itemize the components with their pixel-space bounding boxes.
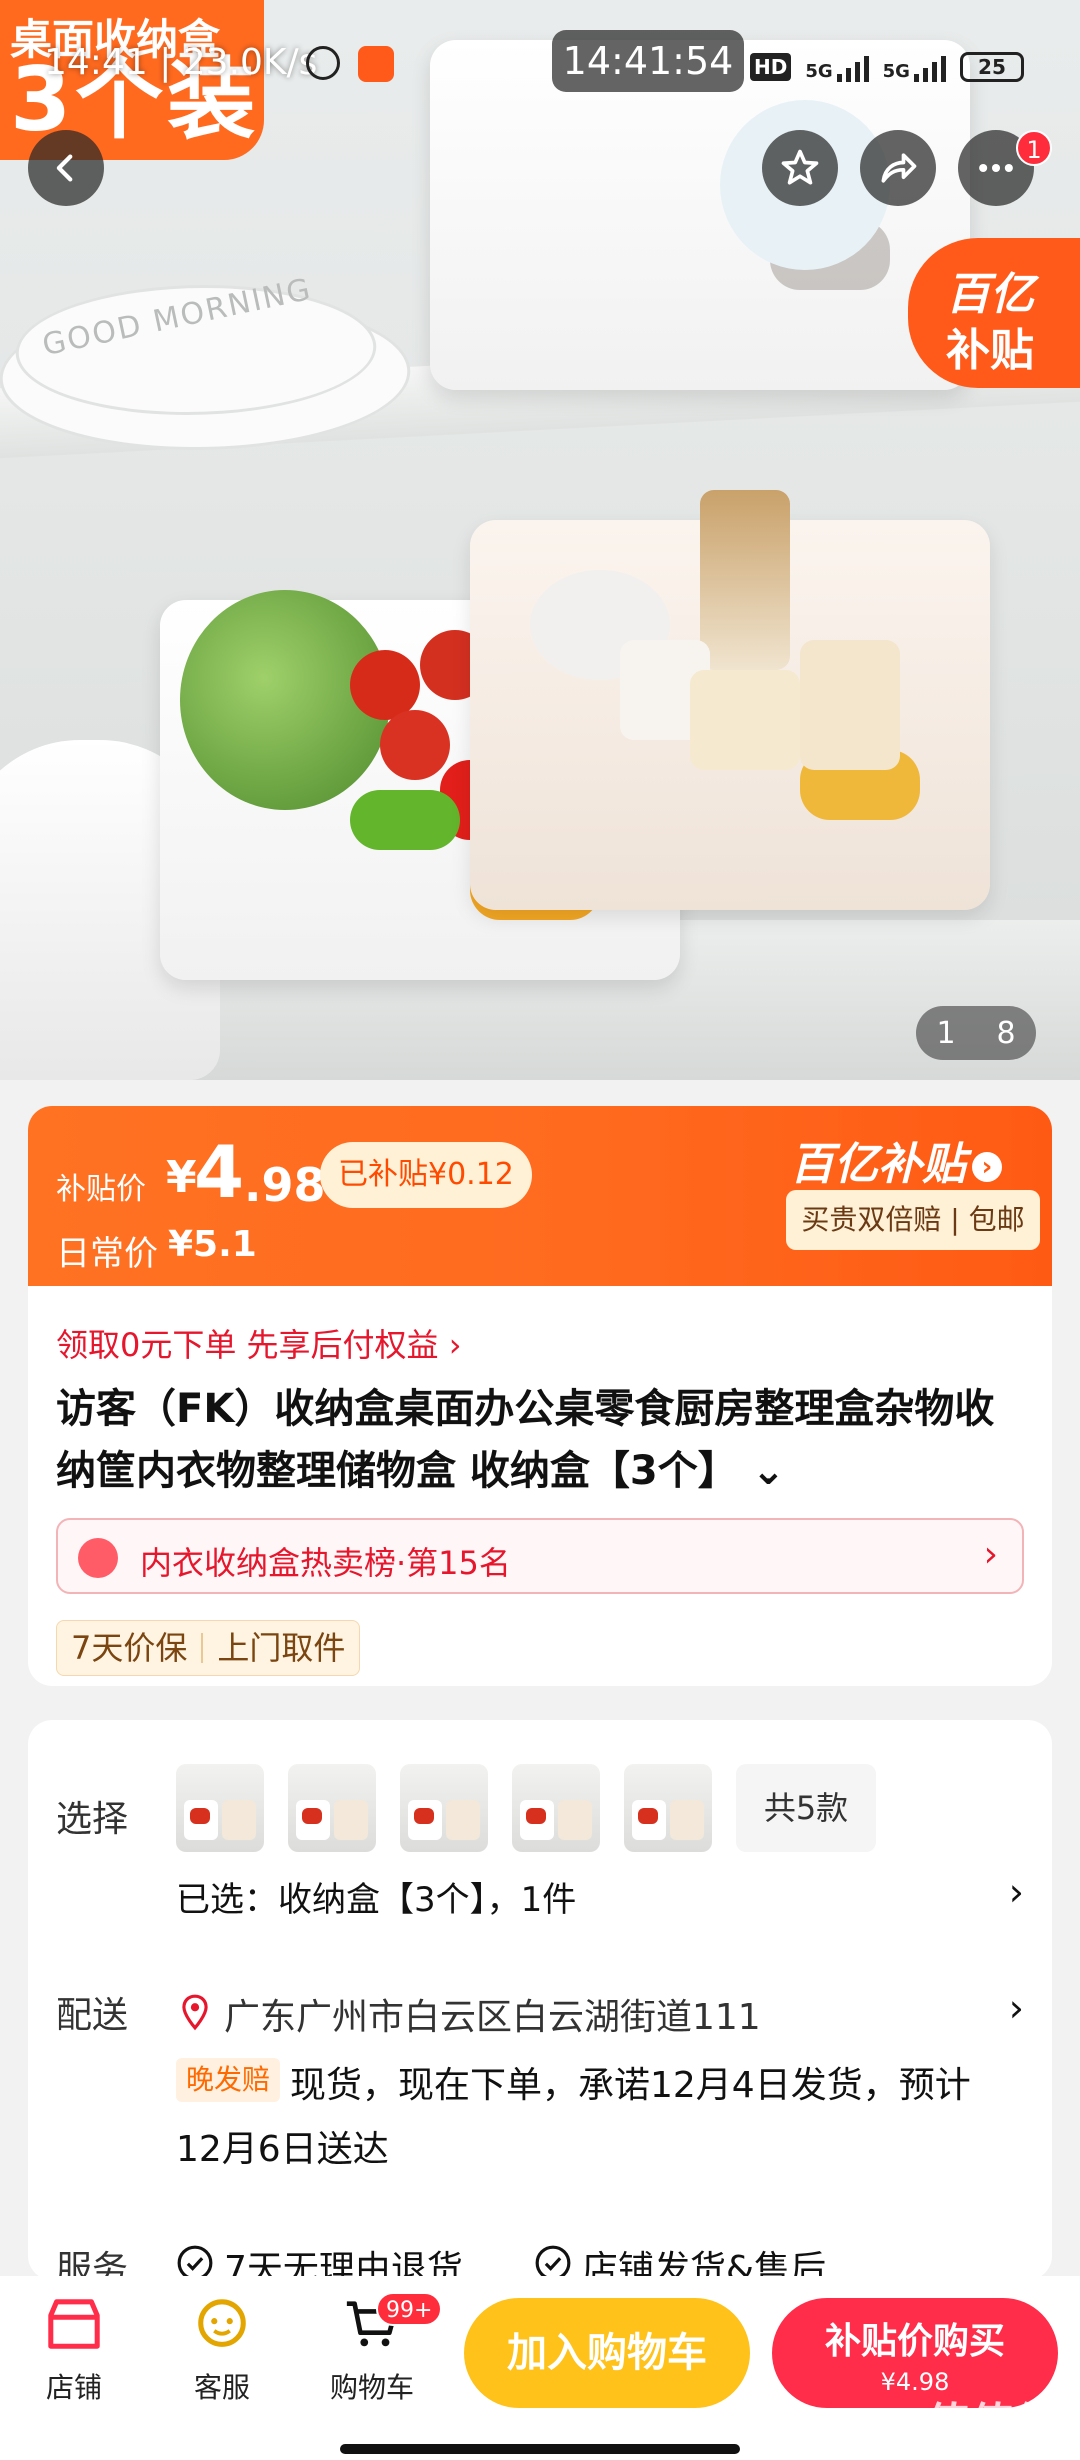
- storage-box-upper: [430, 40, 970, 390]
- watermark-text: 值值值: [926, 2399, 1058, 2450]
- star-icon: [781, 149, 819, 185]
- guarantee-badge: 买贵双倍赔 | 包邮: [786, 1190, 1040, 1250]
- subsidy-tag-line1: 百亿: [946, 269, 1034, 320]
- watermark-url: zhizhizhi.com: [926, 2452, 1063, 2460]
- cart-label: 购物车: [329, 2371, 414, 2404]
- buy-button-title: 补贴价购买: [824, 2321, 1005, 2362]
- regular-price-value: ¥5.1: [168, 1224, 257, 1265]
- chat-face-icon: [198, 2299, 246, 2347]
- signal-icon: 5G: [883, 52, 946, 82]
- shipping-info: 现货，现在下单，承诺12月4日发货，预计: [290, 2065, 971, 2106]
- subsidy-brand-link[interactable]: 百亿补贴 ›: [790, 1128, 1002, 1192]
- ranking-text: 内衣收纳盒热卖榜·第15名: [140, 1544, 511, 1582]
- delivery-address[interactable]: 广东广州市白云区白云湖街道111: [224, 1988, 761, 2040]
- clock: 14:41:54: [552, 30, 744, 92]
- tomato: [380, 710, 450, 780]
- chevron-right-icon[interactable]: ›: [1009, 1986, 1024, 2030]
- late-compensation-badge: 晚发赔: [176, 2058, 281, 2102]
- pager-total: 8: [996, 1015, 1016, 1051]
- price-banner: 补贴价 ¥ 4 .98 已补贴¥0.12 日常价 ¥5.1 百亿补贴 › 买贵双倍…: [28, 1106, 1052, 1286]
- notification-badge: 1: [1016, 130, 1052, 166]
- chevron-right-icon: ›: [972, 1152, 1002, 1182]
- jar: [800, 640, 900, 770]
- variant-thumbnail[interactable]: [512, 1764, 600, 1852]
- tag-price-protect: 7天价保: [71, 1629, 188, 1667]
- hd-icon: HD: [750, 53, 792, 81]
- chevron-left-icon: [56, 154, 73, 182]
- net-label: 5G: [882, 61, 910, 82]
- price-integer: 4: [194, 1130, 245, 1214]
- delivery-label: 配送: [56, 1995, 129, 2036]
- store-nav[interactable]: 店铺: [14, 2296, 134, 2406]
- back-button[interactable]: [28, 130, 104, 206]
- home-indicator[interactable]: [340, 2444, 740, 2454]
- subsidized-amount-badge: 已补贴¥0.12: [320, 1142, 532, 1208]
- select-label: 选择: [56, 1799, 129, 1840]
- customer-service-nav[interactable]: 客服: [162, 2296, 282, 2406]
- add-to-cart-button[interactable]: 加入购物车: [464, 2298, 750, 2408]
- cart-nav[interactable]: 购物车 99+: [312, 2292, 443, 2406]
- share-button[interactable]: [860, 130, 936, 206]
- subsidy-price-label: 补贴价: [56, 1172, 146, 1207]
- variant-thumbnail[interactable]: [400, 1764, 488, 1852]
- service-tags[interactable]: 7天价保 上门取件: [56, 1620, 361, 1676]
- selected-variant-text[interactable]: 已选：收纳盒【3个】，1件: [176, 1872, 576, 1921]
- tag-pickup: 上门取件: [217, 1629, 346, 1667]
- options-card: 选择 共5款 已选：收纳盒【3个】，1件 › 配送 广东广州市白云区白云湖街道1…: [28, 1720, 1052, 2280]
- bottom-action-bar: 店铺 客服 购物车 99+ 加入购物车 补贴价购买 ¥4.98: [0, 2276, 1080, 2460]
- currency-symbol: ¥: [166, 1152, 197, 1203]
- regular-price-label: 日常价: [56, 1234, 158, 1274]
- store-label: 店铺: [45, 2371, 102, 2404]
- app-status-icon: [358, 46, 394, 82]
- favorite-button[interactable]: [762, 130, 838, 206]
- service-item: 7天无理由退货: [224, 2249, 463, 2280]
- service-item: 店铺发货&售后: [582, 2249, 827, 2280]
- variant-thumbnail[interactable]: [288, 1764, 376, 1852]
- status-icons: HD 5G 5G 25: [750, 50, 1024, 84]
- image-pager: 1 8: [916, 1006, 1036, 1060]
- jar: [690, 670, 800, 770]
- pepper: [350, 790, 460, 850]
- service-label: 服务: [56, 2249, 129, 2280]
- ranking-bar[interactable]: 内衣收纳盒热卖榜·第15名 ›: [56, 1518, 1024, 1594]
- net-label: 5G: [805, 61, 833, 82]
- battery-icon: 25: [959, 52, 1024, 82]
- check-circle-icon: [177, 2245, 213, 2280]
- watermark: 值值值 zhizhizhi.com: [926, 2388, 1063, 2460]
- product-title[interactable]: 访客（FK）收纳盒桌面办公桌零食厨房整理盒杂物收纳筐内衣物整理储物盒 收纳盒【3…: [56, 1378, 1026, 1502]
- check-circle-icon: [535, 2245, 571, 2280]
- coupon-link[interactable]: 领取0元下单 先享后付权益 ›: [56, 1320, 462, 1366]
- service-nav-label: 客服: [193, 2371, 250, 2404]
- variant-thumbnail[interactable]: [176, 1764, 264, 1852]
- share-icon: [881, 153, 917, 183]
- signal-icon: 5G: [805, 52, 869, 82]
- status-bar-left: 14:41 | 23.0K/s: [44, 42, 318, 83]
- variant-thumbnail[interactable]: [624, 1764, 712, 1852]
- subsidy-tag-line2: 补贴: [946, 325, 1034, 376]
- cart-count-badge: 99+: [376, 2292, 443, 2326]
- chevron-right-icon: ›: [983, 1534, 998, 1575]
- location-pin-icon: [182, 1994, 208, 2031]
- shipping-eta: 12月6日送达: [176, 2129, 389, 2170]
- pager-current: 1: [936, 1015, 956, 1051]
- alarm-icon: [306, 46, 340, 80]
- more-dots-icon: [979, 163, 1013, 173]
- variant-count-chip[interactable]: 共5款: [736, 1764, 876, 1852]
- price-card: 补贴价 ¥ 4 .98 已补贴¥0.12 日常价 ¥5.1 百亿补贴 › 买贵双倍…: [28, 1106, 1052, 1686]
- store-icon: [48, 2299, 100, 2349]
- bottle: [700, 490, 790, 670]
- medal-icon: [78, 1538, 118, 1578]
- product-image-gallery[interactable]: GOOD MORNING 桌面收纳盒 3个装 14:41 | 23.0K/s 1…: [0, 0, 1080, 1080]
- price-decimal: .98: [244, 1158, 326, 1212]
- chevron-right-icon[interactable]: ›: [1009, 1870, 1024, 1914]
- subsidy-brand-label: 百亿补贴: [790, 1139, 966, 1190]
- subsidy-tag[interactable]: 百亿 补贴: [908, 238, 1080, 388]
